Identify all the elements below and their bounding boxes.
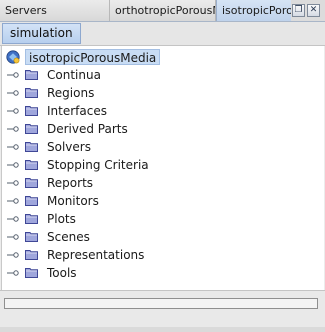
expand-toggle-icon[interactable] — [7, 179, 19, 187]
status-bar — [4, 298, 318, 309]
expand-toggle-icon[interactable] — [7, 89, 19, 97]
tree-item-label: Representations — [47, 248, 145, 262]
restore-window-button[interactable]: ❐ — [292, 4, 305, 17]
tab-label: Servers — [5, 4, 47, 17]
tree-item-label: Scenes — [47, 230, 90, 244]
expand-toggle-icon[interactable] — [7, 269, 19, 277]
simulation-toolbar: simulation — [0, 22, 325, 46]
tree-item-monitors[interactable]: Monitors — [2, 192, 324, 210]
tree-item-label: Derived Parts — [47, 122, 128, 136]
folder-icon — [25, 124, 38, 134]
tree-item-label: Continua — [47, 68, 101, 82]
expand-toggle-icon[interactable] — [7, 197, 19, 205]
expand-toggle-icon[interactable] — [7, 107, 19, 115]
folder-icon — [25, 250, 38, 260]
tab-servers[interactable]: Servers — [0, 0, 110, 21]
tab-label: orthotropicPorousMedia — [115, 4, 215, 17]
tree-item-scenes[interactable]: Scenes — [2, 228, 324, 246]
folder-icon — [25, 88, 38, 98]
tree-root-label: isotropicPorousMedia — [25, 49, 161, 65]
restore-icon: ❐ — [294, 5, 303, 15]
tree-item-tools[interactable]: Tools — [2, 264, 324, 282]
tree-item-label: Plots — [47, 212, 76, 226]
close-window-button[interactable]: ✕ — [307, 4, 320, 17]
folder-icon — [25, 268, 38, 278]
tree-item-interfaces[interactable]: Interfaces — [2, 102, 324, 120]
tab-isotropic-porous-media[interactable]: isotropicPorousMedia — [216, 0, 291, 21]
folder-icon — [25, 232, 38, 242]
simulation-tree: isotropicPorousMedia Continua Regions Inte… — [1, 46, 324, 290]
expand-toggle-icon[interactable] — [7, 215, 19, 223]
tree-item-stopping-criteria[interactable]: Stopping Criteria — [2, 156, 324, 174]
bottom-panel — [0, 290, 325, 332]
folder-icon — [25, 160, 38, 170]
tree-item-regions[interactable]: Regions — [2, 84, 324, 102]
editor-tab-strip: Servers orthotropicPorousMedia isotropic… — [0, 0, 325, 22]
folder-icon — [25, 178, 38, 188]
tree-item-continua[interactable]: Continua — [2, 66, 324, 84]
expand-toggle-icon[interactable] — [7, 125, 19, 133]
tree-item-derived-parts[interactable]: Derived Parts — [2, 120, 324, 138]
tree-item-representations[interactable]: Representations — [2, 246, 324, 264]
tree-item-label: Solvers — [47, 140, 91, 154]
folder-icon — [25, 106, 38, 116]
expand-toggle-icon[interactable] — [7, 233, 19, 241]
tree-root-node[interactable]: isotropicPorousMedia — [2, 48, 324, 66]
expand-toggle-icon[interactable] — [7, 71, 19, 79]
tree-item-reports[interactable]: Reports — [2, 174, 324, 192]
tab-orthotropic-porous-media[interactable]: orthotropicPorousMedia — [110, 0, 216, 21]
tree-item-label: Monitors — [47, 194, 99, 208]
folder-icon — [25, 196, 38, 206]
simulation-tab[interactable]: simulation — [2, 23, 81, 44]
tree-item-plots[interactable]: Plots — [2, 210, 324, 228]
window-bottom-border — [0, 327, 325, 332]
expand-toggle-icon[interactable] — [7, 161, 19, 169]
simulation-root-icon — [6, 50, 20, 64]
tree-item-label: Reports — [47, 176, 94, 190]
folder-icon — [25, 214, 38, 224]
tree-item-label: Interfaces — [47, 104, 107, 118]
folder-icon — [25, 70, 38, 80]
tree-item-label: Stopping Criteria — [47, 158, 149, 172]
expand-toggle-icon[interactable] — [7, 251, 19, 259]
tab-label: isotropicPorousMedia — [222, 4, 291, 17]
simulation-tab-label: simulation — [10, 26, 73, 40]
folder-icon — [25, 142, 38, 152]
close-icon: ✕ — [309, 5, 318, 15]
expand-toggle-icon[interactable] — [7, 143, 19, 151]
tree-item-label: Regions — [47, 86, 95, 100]
tree-item-solvers[interactable]: Solvers — [2, 138, 324, 156]
tree-item-label: Tools — [47, 266, 77, 280]
